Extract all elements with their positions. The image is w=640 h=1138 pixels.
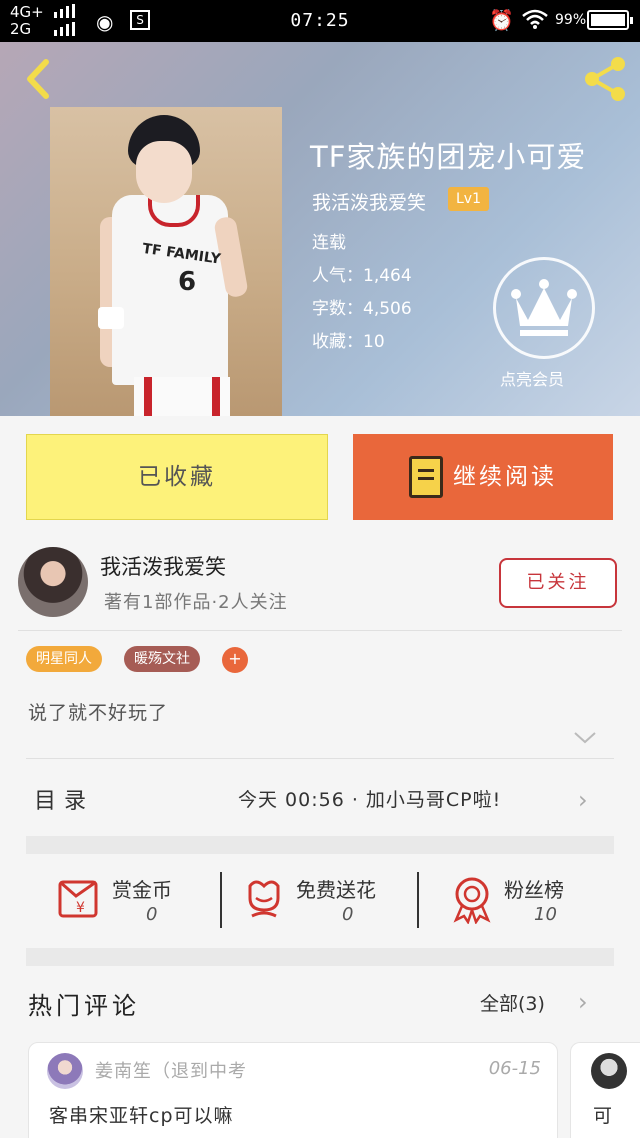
comment-date: 06-15	[488, 1058, 541, 1079]
author-avatar[interactable]	[18, 547, 88, 617]
author-level-badge: Lv1	[448, 187, 489, 211]
cover-figure-shirt	[112, 195, 228, 385]
stat-label: 赏金币	[112, 878, 172, 902]
commenter-avatar[interactable]	[591, 1053, 627, 1089]
divider	[26, 758, 614, 759]
stat-label: 粉丝榜	[504, 878, 564, 902]
chevron-right-icon[interactable]: ›	[578, 988, 588, 1016]
vip-label: 点亮会员	[500, 370, 565, 389]
comment-card[interactable]: 可	[570, 1042, 640, 1138]
follow-button[interactable]: 已关注	[499, 558, 617, 608]
stat-value: 0	[342, 904, 354, 925]
book-author[interactable]: 我活泼我爱笑	[312, 188, 426, 215]
alarm-icon: ⏰	[489, 8, 514, 32]
comment-text: 可	[593, 1105, 613, 1127]
commenter-name[interactable]: 姜南笙（退到中考	[95, 1057, 247, 1083]
add-tag-button[interactable]: +	[222, 647, 248, 673]
book-favorites: 收藏：10	[312, 332, 385, 352]
commenter-avatar[interactable]	[47, 1053, 83, 1089]
flower-icon	[248, 880, 280, 918]
continue-reading-label: 继续阅读	[453, 464, 557, 490]
latest-chapter[interactable]: 今天 00:56 · 加小马哥CP啦!	[238, 785, 501, 812]
battery-percent: 99%	[555, 12, 587, 28]
stat-label: 免费送花	[296, 878, 376, 902]
battery-fill	[591, 14, 625, 26]
battery-icon	[587, 10, 633, 30]
book-word-count: 字数：4,506	[312, 299, 412, 319]
divider	[18, 630, 622, 631]
fan-ranking-button[interactable]: 粉丝榜 10	[450, 860, 610, 940]
book-cover[interactable]: TF FAMILY 6	[50, 107, 282, 416]
cover-jersey-number: 6	[178, 267, 197, 297]
section-gap	[26, 948, 614, 966]
tag-chip[interactable]: 暖殇文社	[124, 646, 200, 672]
separator	[417, 872, 419, 928]
reward-coins-button[interactable]: ¥ 赏金币 0	[56, 860, 216, 940]
favorited-button[interactable]: 已收藏	[26, 434, 328, 520]
author-works: 著有1部作品·2人关注	[104, 592, 288, 613]
chevron-down-icon[interactable]	[572, 730, 598, 746]
stat-value: 10	[534, 904, 557, 925]
vip-button[interactable]	[493, 257, 595, 359]
all-comments-link[interactable]: 全部(3)	[480, 989, 545, 1016]
crown-icon	[511, 279, 577, 336]
svg-text:¥: ¥	[76, 900, 85, 916]
comment-text: 客串宋亚轩cp可以嘛	[49, 1105, 234, 1127]
share-icon[interactable]	[580, 54, 630, 104]
chevron-right-icon: ›	[578, 786, 588, 814]
tag-chip[interactable]: 明星同人	[26, 646, 102, 672]
send-flower-button[interactable]: 免费送花 0	[244, 860, 414, 940]
comment-card[interactable]: 姜南笙（退到中考 06-15 客串宋亚轩cp可以嘛	[28, 1042, 558, 1138]
book-popularity: 人气：1,464	[312, 266, 412, 286]
separator	[220, 872, 222, 928]
book-icon	[409, 456, 443, 498]
section-gap	[26, 836, 614, 854]
cover-figure-face	[136, 141, 192, 203]
book-title: TF家族的团宠小可爱	[310, 140, 587, 174]
status-bar: 4G+ 2G ◉ S 07:25 ⏰ 99%	[0, 0, 640, 42]
continue-reading-button[interactable]: 继续阅读	[353, 434, 613, 520]
wifi-icon	[522, 9, 548, 29]
toc-label: 目录	[34, 789, 95, 814]
medal-icon	[453, 877, 491, 924]
book-header: TF FAMILY 6 TF家族的团宠小可爱 我活泼我爱笑 Lv1 连载 人气：…	[0, 42, 640, 416]
chevron-left-icon[interactable]	[18, 54, 58, 104]
synopsis-text: 说了就不好玩了	[28, 702, 169, 724]
hot-comments-title: 热门评论	[28, 992, 140, 1020]
red-envelope-icon: ¥	[58, 880, 98, 918]
cover-figure-wristband	[98, 307, 124, 329]
stat-value: 0	[146, 904, 158, 925]
book-status: 连载	[312, 233, 346, 253]
author-name[interactable]: 我活泼我爱笑	[100, 551, 226, 581]
cover-figure-shorts	[134, 377, 230, 416]
